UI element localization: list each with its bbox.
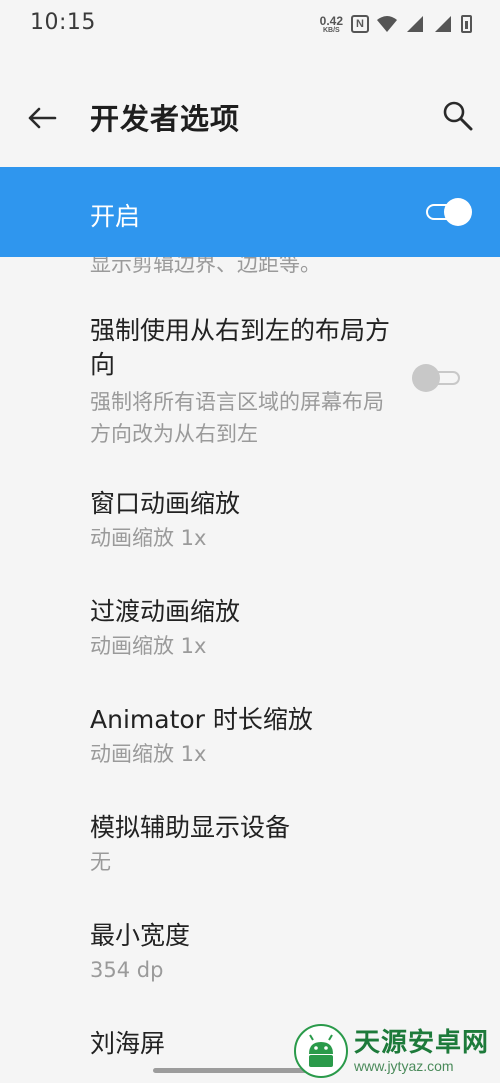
status-icons: 0.42 KB/S N [320, 12, 472, 36]
status-bar: 10:15 0.42 KB/S N [0, 0, 500, 50]
master-toggle[interactable] [426, 198, 472, 226]
setting-summary: 动画缩放 1x [90, 634, 207, 658]
setting-title: Animator 时长缩放 [90, 705, 313, 734]
network-speed-value: 0.42 [319, 13, 343, 28]
setting-summary: 动画缩放 1x [90, 526, 207, 550]
search-button[interactable] [438, 96, 478, 136]
master-toggle-thumb [444, 198, 472, 226]
wifi-icon [377, 16, 397, 32]
setting-title: 最小宽度 [90, 921, 191, 950]
search-icon [443, 101, 473, 131]
force-rtl-toggle-thumb [412, 364, 440, 392]
setting-summary: 无 [90, 850, 111, 874]
developer-options-master-switch-bar[interactable]: 开启 [0, 167, 500, 257]
network-speed-unit: KB/S [322, 26, 340, 34]
setting-title: 模拟辅助显示设备 [90, 813, 291, 842]
home-gesture-bar[interactable] [153, 1068, 307, 1073]
back-button[interactable] [22, 98, 62, 138]
setting-title: 过渡动画缩放 [90, 597, 241, 626]
watermark-brand: 天源安卓网 [354, 1028, 490, 1058]
setting-summary: 354 dp [90, 958, 164, 982]
setting-title: 强制使用从右到左的布局方向 [90, 316, 391, 379]
network-speed-indicator: 0.42 KB/S [320, 15, 343, 34]
page-title: 开发者选项 [90, 102, 241, 136]
cellular-signal-icon [407, 16, 423, 32]
battery-icon [461, 15, 472, 33]
back-arrow-icon [28, 107, 57, 129]
status-time: 10:15 [30, 10, 96, 35]
nfc-icon: N [351, 15, 369, 33]
setting-title: 刘海屏 [90, 1029, 166, 1058]
watermark-text: 天源安卓网 www.jytyaz.com [354, 1028, 489, 1074]
master-switch-label: 开启 [90, 202, 141, 231]
force-rtl-toggle[interactable] [412, 364, 460, 392]
cellular-signal-2-icon [435, 16, 451, 32]
app-bar: 开发者选项 [0, 70, 500, 166]
android-logo-icon [294, 1024, 348, 1078]
setting-summary: 强制将所有语言区域的屏幕布局方向改为从右到左 [90, 390, 384, 446]
watermark-url: www.jytyaz.com [354, 1058, 454, 1074]
setting-summary: 动画缩放 1x [90, 742, 207, 766]
setting-title: 窗口动画缩放 [90, 489, 241, 518]
site-watermark: 天源安卓网 www.jytyaz.com [294, 1023, 494, 1079]
